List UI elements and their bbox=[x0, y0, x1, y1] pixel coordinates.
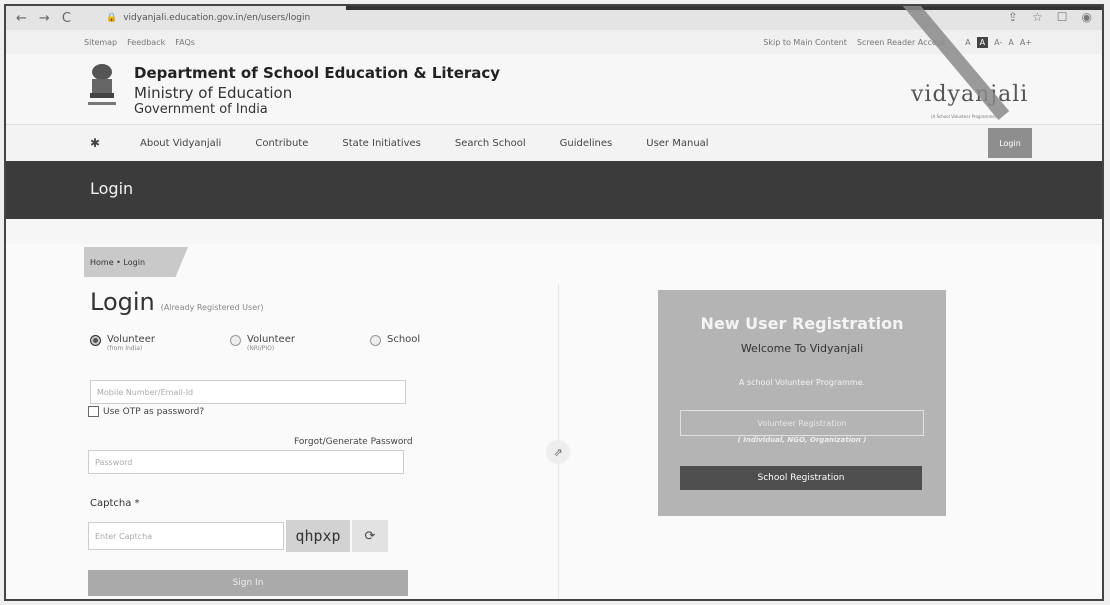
login-heading: Login (Already Registered User) bbox=[90, 288, 264, 316]
lock-icon: 🔒 bbox=[106, 13, 118, 23]
main-content: Login (Already Registered User) Volunteer… bbox=[6, 244, 1102, 599]
captcha-input[interactable]: Enter Captcha bbox=[88, 522, 284, 550]
otp-label: Use OTP as password? bbox=[103, 406, 205, 417]
registration-tagline: A school Volunteer Programme. bbox=[738, 378, 866, 387]
sign-in-button[interactable]: Sign In bbox=[88, 570, 408, 596]
government-name: Government of India bbox=[134, 102, 268, 117]
nav-login-button[interactable]: Login bbox=[988, 128, 1032, 158]
login-title: Login bbox=[90, 288, 155, 316]
registration-panel: New User Registration Welcome To Vidyanj… bbox=[658, 290, 946, 516]
logo-tagline: (A School Volunteer Programme) bbox=[931, 114, 997, 119]
top-edge-bar bbox=[346, 6, 1102, 10]
nav-state-initiatives[interactable]: State Initiatives bbox=[342, 138, 421, 149]
page-banner: Login bbox=[6, 161, 1102, 219]
breadcrumb: Home • Login bbox=[84, 247, 188, 277]
volunteer-registration-note: ( Individual, NGO, Organization ) bbox=[737, 436, 867, 444]
user-type-radios: Volunteer (from India) Volunteer (NRI/PIO)… bbox=[90, 334, 420, 352]
registration-welcome: Welcome To Vidyanjali bbox=[740, 342, 864, 355]
school-registration-button[interactable]: School Registration bbox=[680, 466, 922, 490]
star-icon[interactable]: ☆ bbox=[1032, 10, 1043, 24]
volunteer-registration-button[interactable]: Volunteer Registration bbox=[680, 410, 924, 436]
font-size-controls: A A A- A A+ bbox=[965, 36, 1032, 48]
font-size-decrease[interactable]: A- bbox=[994, 38, 1002, 47]
url-text: vidyanjali.education.gov.in/en/users/log… bbox=[123, 13, 311, 23]
nav-search-school[interactable]: Search School bbox=[455, 138, 526, 149]
font-size-normal[interactable]: A bbox=[1008, 38, 1013, 47]
banner-title: Login bbox=[90, 179, 134, 198]
screenshot-frame: ← → C 🔒 vidyanjali.education.gov.in/en/u… bbox=[4, 4, 1104, 601]
login-subtitle: (Already Registered User) bbox=[160, 303, 264, 312]
radio-label: Volunteer bbox=[247, 334, 295, 345]
sidebar-icon[interactable]: ☐ bbox=[1057, 10, 1068, 24]
nav-user-manual[interactable]: User Manual bbox=[646, 138, 708, 149]
password-input[interactable]: Password bbox=[88, 450, 404, 474]
forgot-password-link[interactable]: Forgot/Generate Password bbox=[294, 437, 413, 447]
reload-icon[interactable]: C bbox=[62, 11, 71, 26]
refresh-captcha-icon[interactable]: ⟳ bbox=[352, 520, 388, 552]
mobile-email-input[interactable]: Mobile Number/Email-Id bbox=[90, 380, 406, 404]
radio-dot[interactable] bbox=[370, 335, 381, 346]
site-header: Department of School Education & Literac… bbox=[6, 54, 1102, 124]
forward-icon[interactable]: → bbox=[39, 11, 50, 26]
skip-link[interactable]: Skip to Main Content bbox=[763, 38, 847, 47]
radio-dot[interactable] bbox=[230, 335, 241, 346]
feedback-link[interactable]: Feedback bbox=[127, 38, 165, 47]
share-page-icon[interactable]: ⇗ bbox=[546, 440, 570, 464]
registration-title: New User Registration bbox=[700, 314, 904, 333]
radio-label: Volunteer bbox=[107, 334, 155, 345]
department-name: Department of School Education & Literac… bbox=[134, 64, 501, 82]
captcha-label: Captcha * bbox=[90, 498, 140, 509]
radio-sub: (NRI/PIO) bbox=[247, 345, 275, 352]
font-size-a-active[interactable]: A bbox=[976, 36, 989, 48]
national-emblem-icon bbox=[88, 64, 116, 105]
main-nav: ✱ About Vidyanjali Contribute State Init… bbox=[6, 124, 1102, 161]
captcha-image: qhpxp bbox=[286, 520, 350, 552]
home-icon[interactable]: ✱ bbox=[90, 136, 130, 150]
address-bar[interactable]: 🔒 vidyanjali.education.gov.in/en/users/l… bbox=[106, 13, 310, 23]
ministry-name: Ministry of Education bbox=[134, 84, 293, 102]
nav-about[interactable]: About Vidyanjali bbox=[140, 138, 221, 149]
faqs-link[interactable]: FAQs bbox=[175, 38, 195, 47]
radio-volunteer-india[interactable]: Volunteer (from India) bbox=[90, 334, 230, 352]
font-size-a[interactable]: A bbox=[965, 38, 970, 47]
radio-sub: (from India) bbox=[107, 345, 143, 352]
sitemap-link[interactable]: Sitemap bbox=[84, 38, 117, 47]
profile-icon[interactable]: ◉ bbox=[1082, 10, 1092, 24]
otp-checkbox[interactable] bbox=[88, 406, 99, 417]
font-size-increase[interactable]: A+ bbox=[1020, 38, 1032, 47]
radio-volunteer-nri[interactable]: Volunteer (NRI/PIO) bbox=[230, 334, 370, 352]
share-icon[interactable]: ⇪ bbox=[1008, 10, 1018, 24]
radio-school[interactable]: School bbox=[370, 334, 420, 352]
radio-dot-checked[interactable] bbox=[90, 335, 101, 346]
otp-checkbox-row[interactable]: Use OTP as password? bbox=[88, 406, 204, 417]
nav-contribute[interactable]: Contribute bbox=[255, 138, 308, 149]
radio-label: School bbox=[387, 334, 421, 345]
nav-guidelines[interactable]: Guidelines bbox=[560, 138, 613, 149]
back-icon[interactable]: ← bbox=[16, 11, 27, 26]
